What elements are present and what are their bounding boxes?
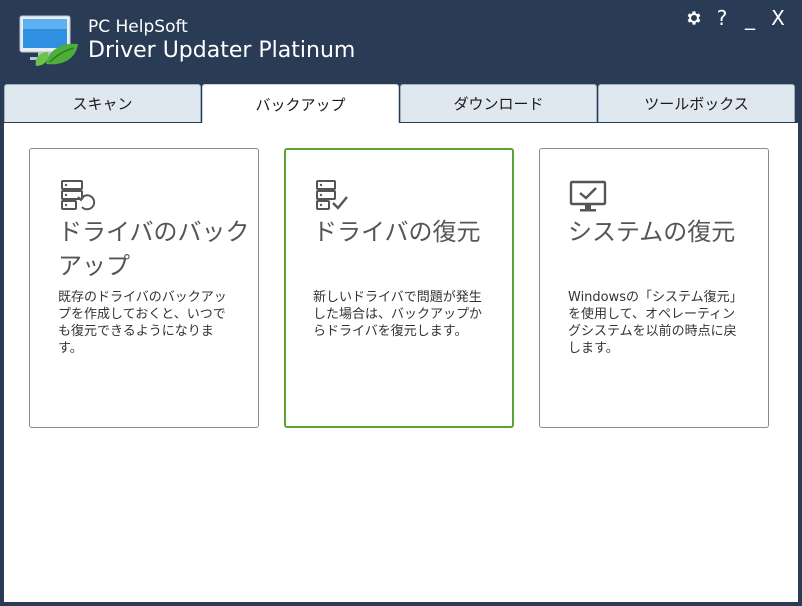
server-restore-icon	[58, 177, 98, 217]
help-button[interactable]: ?	[712, 6, 732, 30]
app-brand: PC HelpSoft Driver Updater Platinum	[88, 17, 355, 65]
card-driver-backup[interactable]: ドライバのバックアップ 既存のドライバのバックアップを作成しておくと、いつでも復…	[29, 148, 259, 428]
title-bar: PC HelpSoft Driver Updater Platinum ? _ …	[0, 0, 802, 84]
tab-bar: スキャン バックアップ ダウンロード ツールボックス	[4, 84, 798, 124]
card-description: Windowsの「システム復元」を使用して、オペレーティングシステムを以前の時点…	[568, 290, 743, 356]
server-check-icon	[313, 177, 353, 217]
gear-icon	[685, 9, 703, 27]
card-system-restore[interactable]: システムの復元 Windowsの「システム復元」を使用して、オペレーティングシス…	[539, 148, 769, 428]
minimize-button[interactable]: _	[740, 6, 760, 30]
window-edge	[798, 123, 802, 602]
settings-button[interactable]	[684, 6, 704, 30]
card-title: ドライバのバックアップ	[58, 218, 250, 280]
close-button[interactable]: X	[768, 6, 788, 30]
monitor-check-icon	[568, 177, 608, 217]
app-window: PC HelpSoft Driver Updater Platinum ? _ …	[0, 0, 802, 606]
app-logo	[18, 14, 82, 68]
card-title: ドライバの復元	[313, 218, 481, 246]
tab-toolbox[interactable]: ツールボックス	[598, 84, 795, 122]
company-name: PC HelpSoft	[88, 17, 188, 37]
card-description: 新しいドライバで問題が発生した場合は、バックアップからドライバを復元します。	[313, 290, 483, 339]
card-driver-restore[interactable]: ドライバの復元 新しいドライバで問題が発生した場合は、バックアップからドライバを…	[284, 148, 514, 428]
tab-download[interactable]: ダウンロード	[400, 84, 597, 122]
card-description: 既存のドライバのバックアップを作成しておくと、いつでも復元できるようになります。	[58, 290, 227, 356]
backup-panel: ドライバのバックアップ 既存のドライバのバックアップを作成しておくと、いつでも復…	[4, 123, 798, 602]
card-title: システムの復元	[568, 218, 736, 246]
product-name: Driver Updater Platinum	[88, 38, 356, 63]
tab-scan[interactable]: スキャン	[4, 84, 201, 122]
tab-backup[interactable]: バックアップ	[202, 84, 399, 124]
window-controls: ? _ X	[684, 6, 788, 30]
